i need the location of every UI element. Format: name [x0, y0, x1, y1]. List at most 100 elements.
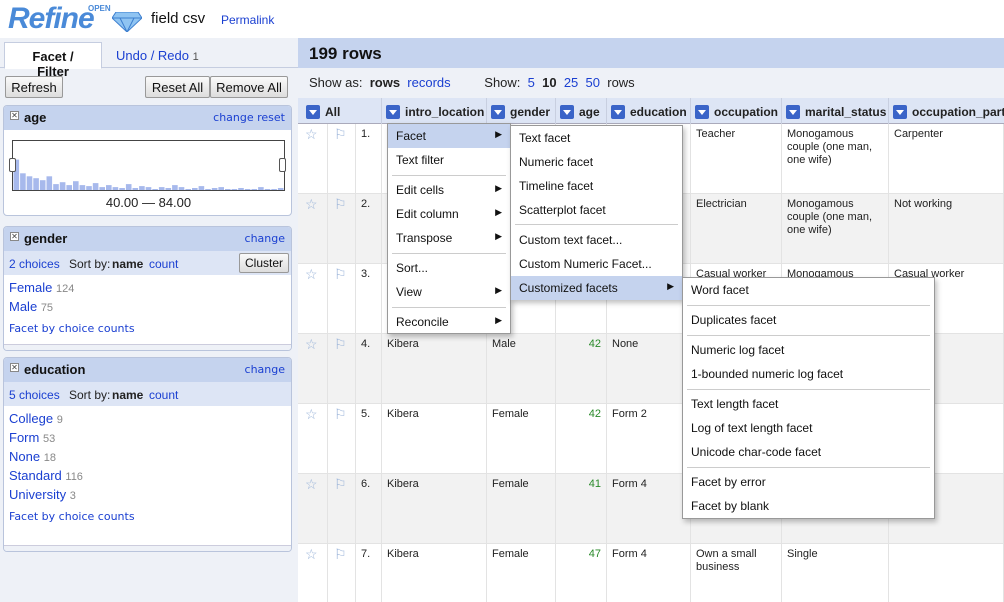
facet-resize-handle[interactable] [4, 344, 291, 350]
table-cell-n[interactable]: 7. [356, 544, 382, 602]
dropdown-icon[interactable] [893, 105, 907, 119]
page-size-50[interactable]: 50 [586, 75, 600, 90]
choice-form[interactable]: Form 53 [9, 430, 55, 445]
page-size-5[interactable]: 5 [528, 75, 535, 90]
menu-sort[interactable]: Sort... [388, 256, 510, 280]
tab-undo-redo[interactable]: Undo / Redo 1 [106, 42, 209, 69]
table-cell-loc[interactable]: Kibera [382, 334, 487, 403]
flag-icon[interactable]: ⚐ [334, 127, 347, 141]
choice-college[interactable]: College 9 [9, 411, 63, 426]
column-education[interactable]: education [607, 98, 691, 124]
flag-icon[interactable]: ⚐ [334, 337, 347, 351]
choice-label[interactable]: Male [9, 299, 37, 314]
menu-edit-column[interactable]: Edit column ▶ [388, 202, 510, 226]
table-cell-part[interactable]: Carpenter [889, 124, 1004, 193]
facet-resize-handle[interactable] [4, 545, 291, 551]
table-cell-loc[interactable]: Kibera [382, 404, 487, 473]
menu-word-facet[interactable]: Word facet [683, 278, 934, 302]
tab-facet-filter[interactable]: Facet / Filter [4, 42, 102, 79]
menu-facet-by-error[interactable]: Facet by error [683, 470, 934, 494]
column-occupation-part[interactable]: occupation_part [889, 98, 1004, 124]
choice-label[interactable]: College [9, 411, 53, 426]
table-cell-part[interactable] [889, 544, 1004, 602]
sort-count-option[interactable]: count [149, 388, 178, 402]
flag-icon[interactable]: ⚐ [334, 477, 347, 491]
reset-all-button[interactable]: Reset All [145, 76, 210, 98]
flag-icon[interactable]: ⚐ [334, 267, 347, 281]
column-all[interactable]: All [298, 98, 382, 124]
remove-facet-icon[interactable]: ✕ [10, 111, 19, 120]
menu-text-facet[interactable]: Text facet [511, 126, 682, 150]
menu-text-length-facet[interactable]: Text length facet [683, 392, 934, 416]
dropdown-icon[interactable] [695, 105, 709, 119]
refresh-button[interactable]: Refresh [5, 76, 63, 98]
choice-label[interactable]: None [9, 449, 40, 464]
table-cell-gender[interactable]: Male [487, 334, 556, 403]
choice-university[interactable]: University 3 [9, 487, 76, 502]
menu-edit-cells[interactable]: Edit cells ▶ [388, 178, 510, 202]
column-gender[interactable]: gender [487, 98, 556, 124]
age-histogram[interactable] [12, 140, 285, 191]
page-size-10[interactable]: 10 [542, 75, 556, 90]
table-cell-part[interactable]: Not working [889, 194, 1004, 263]
table-cell-n[interactable]: 4. [356, 334, 382, 403]
table-cell-age[interactable]: 42 [556, 334, 607, 403]
star-icon[interactable]: ☆ [305, 547, 318, 561]
project-name[interactable]: field csv [151, 10, 205, 27]
dropdown-icon[interactable] [491, 105, 505, 119]
column-occupation[interactable]: occupation [691, 98, 782, 124]
range-handle-left[interactable] [9, 158, 16, 172]
table-cell-age[interactable]: 47 [556, 544, 607, 602]
choice-label[interactable]: Form [9, 430, 39, 445]
star-icon[interactable]: ☆ [305, 337, 318, 351]
menu-transpose[interactable]: Transpose ▶ [388, 226, 510, 250]
menu-bounded-log-facet[interactable]: 1-bounded numeric log facet [683, 362, 934, 386]
menu-timeline-facet[interactable]: Timeline facet [511, 174, 682, 198]
facet-gender-change[interactable]: change [245, 232, 285, 245]
table-cell-marital[interactable]: Single [782, 544, 889, 602]
table-cell-n[interactable]: 6. [356, 474, 382, 543]
table-cell-loc[interactable]: Kibera [382, 544, 487, 602]
table-cell-n[interactable]: 2. [356, 194, 382, 263]
permalink-link[interactable]: Permalink [221, 13, 274, 27]
table-cell-gender[interactable]: Female [487, 544, 556, 602]
table-cell-occ[interactable]: Own a small business [691, 544, 782, 602]
menu-unicode-facet[interactable]: Unicode char-code facet [683, 440, 934, 464]
menu-duplicates-facet[interactable]: Duplicates facet [683, 308, 934, 332]
table-cell-n[interactable]: 1. [356, 124, 382, 193]
facet-age-reset[interactable]: reset [257, 111, 285, 124]
menu-facet[interactable]: Facet ▶ [388, 124, 510, 148]
table-cell-edu[interactable]: Form 4 [607, 544, 691, 602]
table-cell-age[interactable]: 41 [556, 474, 607, 543]
choice-none[interactable]: None 18 [9, 449, 56, 464]
choice-standard[interactable]: Standard 116 [9, 468, 83, 483]
show-as-rows[interactable]: rows [370, 75, 400, 90]
facet-by-choice-counts-link[interactable]: Facet by choice counts [9, 322, 135, 335]
cluster-button[interactable]: Cluster [239, 253, 289, 273]
dropdown-icon[interactable] [611, 105, 625, 119]
remove-all-button[interactable]: Remove All [210, 76, 288, 98]
choice-female[interactable]: Female 124 [9, 280, 74, 295]
dropdown-icon[interactable] [306, 105, 320, 119]
column-intro-location[interactable]: intro_location [382, 98, 487, 124]
table-cell-occ[interactable]: Teacher [691, 124, 782, 193]
menu-numeric-facet[interactable]: Numeric facet [511, 150, 682, 174]
star-icon[interactable]: ☆ [305, 267, 318, 281]
table-cell-gender[interactable]: Female [487, 404, 556, 473]
table-cell-marital[interactable]: Monogamous couple (one man, one wife) [782, 194, 889, 263]
remove-facet-icon[interactable]: ✕ [10, 363, 19, 372]
range-handle-right[interactable] [279, 158, 286, 172]
table-cell-gender[interactable]: Female [487, 474, 556, 543]
choice-male[interactable]: Male 75 [9, 299, 53, 314]
sort-name-option[interactable]: name [112, 388, 143, 402]
table-cell-n[interactable]: 3. [356, 264, 382, 333]
table-cell-edu[interactable]: Form 2 [607, 404, 691, 473]
choice-label[interactable]: Standard [9, 468, 62, 483]
star-icon[interactable]: ☆ [305, 127, 318, 141]
choice-label[interactable]: University [9, 487, 66, 502]
table-cell-edu[interactable]: Form 4 [607, 474, 691, 543]
choice-label[interactable]: Female [9, 280, 52, 295]
flag-icon[interactable]: ⚐ [334, 547, 347, 561]
menu-customized-facets[interactable]: Customized facets ▶ [511, 276, 682, 300]
star-icon[interactable]: ☆ [305, 407, 318, 421]
